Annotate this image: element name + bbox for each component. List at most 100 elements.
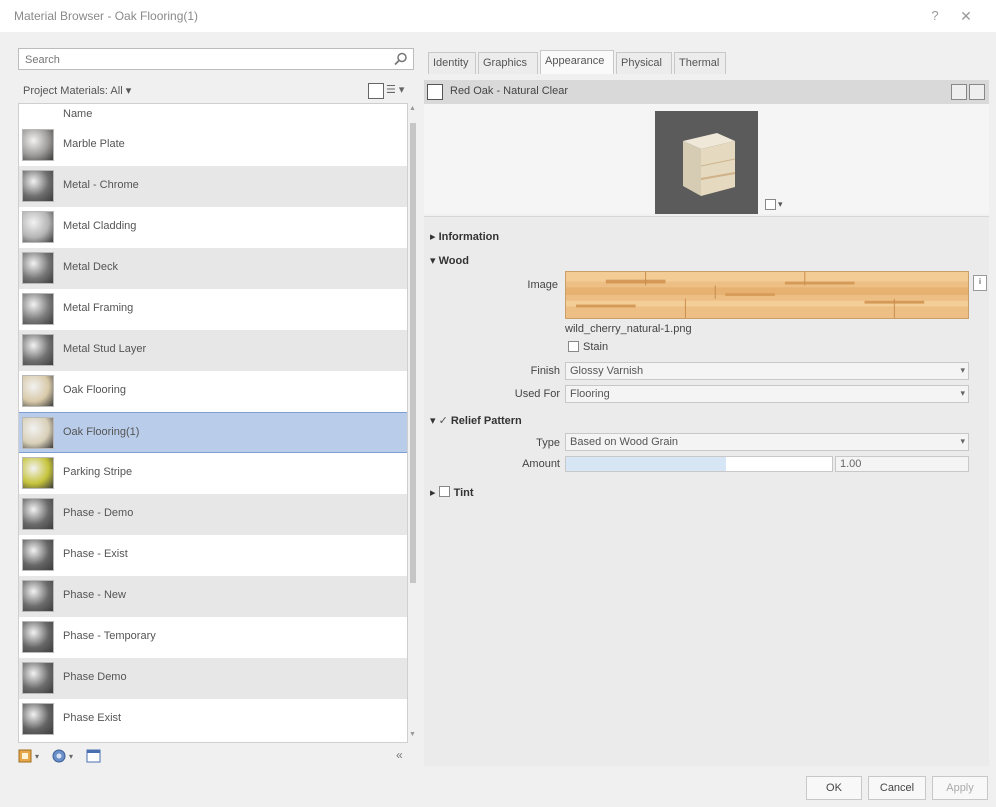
material-name: Phase - Temporary [63,630,156,642]
list-item[interactable]: Phase Demo [19,658,407,699]
list-item[interactable]: Metal Stud Layer [19,330,407,371]
image-label: Image [527,279,558,291]
finish-value: Glossy Varnish [570,365,644,377]
duplicate-asset-icon[interactable] [951,84,967,100]
tab-appearance[interactable]: Appearance [540,50,614,74]
relief-enabled-check-icon[interactable]: ✓ [439,415,451,427]
help-icon[interactable]: ? [925,6,945,26]
material-thumbnail [22,170,54,202]
list-item[interactable]: Metal - Chrome [19,166,407,207]
tab-graphics[interactable]: Graphics [478,52,538,74]
material-name: Oak Flooring [63,384,126,396]
scrollbar-thumb[interactable] [410,123,416,583]
view-options-icon[interactable]: ☰ ▾ [386,82,412,98]
show-hide-library-icon[interactable] [368,83,384,99]
material-name: Phase - Exist [63,548,128,560]
ok-button[interactable]: OK [806,776,862,800]
asset-browser-icon[interactable] [86,748,102,764]
material-thumbnail [22,498,54,530]
chevron-down-icon: ▾ [960,365,965,375]
svg-text:▾: ▾ [69,752,73,761]
column-header-name[interactable]: Name [63,108,92,120]
list-item[interactable]: Parking Stripe [19,453,407,494]
replace-asset-icon[interactable] [427,84,443,100]
list-item[interactable]: Metal Framing [19,289,407,330]
list-item[interactable]: Phase - Exist [19,535,407,576]
list-item[interactable]: Metal Cladding [19,207,407,248]
material-library-icon[interactable]: ▾ [18,748,46,764]
preview-options-dropdown[interactable]: ▾ [765,199,787,211]
section-relief-pattern[interactable]: ▾ ✓ Relief Pattern [430,414,522,427]
material-thumbnail [22,539,54,571]
list-item[interactable]: Phase - New [19,576,407,617]
section-wood[interactable]: ▾ Wood [430,254,469,267]
image-options-icon[interactable]: i [973,275,987,291]
title-bar: Material Browser - Oak Flooring(1) ? ✕ [0,0,996,32]
collapse-arrow-icon: ▾ [430,255,439,267]
window-title: Material Browser - Oak Flooring(1) [14,9,199,23]
list-item[interactable]: Oak Flooring(1) [19,412,407,453]
list-item[interactable]: Phase Exist [19,699,407,740]
filter-label: Project Materials: All [23,85,123,97]
scroll-up-icon[interactable]: ▲ [409,105,417,113]
image-filename[interactable]: wild_cherry_natural-1.png [565,323,692,335]
stain-checkbox[interactable] [568,341,579,352]
search-box[interactable] [18,48,414,70]
list-header[interactable]: Name [19,104,407,124]
tab-identity[interactable]: Identity [428,52,476,74]
tint-checkbox[interactable] [438,486,450,497]
material-thumbnail [22,129,54,161]
material-thumbnail [22,662,54,694]
chevron-down-icon: ▾ [125,85,132,97]
material-name: Phase - New [63,589,126,601]
cancel-button[interactable]: Cancel [868,776,926,800]
stain-label: Stain [583,341,609,353]
list-item[interactable]: Phase - Temporary [19,617,407,658]
used-for-value: Flooring [570,388,610,400]
preview-area: ▾ [424,104,989,214]
type-label: Type [536,437,560,449]
asset-header: Red Oak - Natural Clear [424,80,989,104]
svg-text:▾: ▾ [35,752,39,761]
wood-texture-image[interactable] [565,271,969,319]
material-name: Oak Flooring(1) [63,426,140,438]
section-information[interactable]: ▸ Information [430,230,499,243]
used-for-label: Used For [514,388,560,400]
asset-browser-icon[interactable] [969,84,985,100]
amount-label: Amount [522,458,560,470]
material-thumbnail [22,457,54,489]
amount-slider[interactable] [565,456,833,472]
material-name: Metal Deck [63,261,119,273]
create-material-icon[interactable]: ▾ [52,748,80,764]
tab-thermal[interactable]: Thermal [674,52,726,74]
relief-type-dropdown[interactable]: Based on Wood Grain ▾ [565,433,969,451]
material-name: Metal Framing [63,302,134,314]
material-list: Name Marble Plate Metal - Chrome Metal Cla… [18,103,408,743]
used-for-dropdown[interactable]: Flooring ▾ [565,385,969,403]
material-name: Marble Plate [63,138,125,150]
list-item[interactable]: Marble Plate [19,125,407,166]
close-icon[interactable]: ✕ [954,6,978,26]
material-preview-image [655,111,758,214]
section-tint[interactable]: ▸ Tint [430,485,474,499]
preview-shape-icon [765,199,776,210]
material-name: Metal Stud Layer [63,343,147,355]
material-thumbnail [22,703,54,735]
collapse-arrow-icon: ▾ [430,415,439,427]
amount-value-field[interactable]: 1.00 [835,456,969,472]
finish-dropdown[interactable]: Glossy Varnish ▾ [565,362,969,380]
apply-button[interactable]: Apply [932,776,988,800]
list-item[interactable]: Metal Deck [19,248,407,289]
project-materials-filter[interactable]: Project Materials: All ▾ [18,81,136,103]
list-scrollbar[interactable]: ▲ ▼ [408,103,418,743]
finish-label: Finish [530,365,560,377]
collapse-panel-icon[interactable]: « [396,748,410,764]
list-item[interactable]: Phase - Demo [19,494,407,535]
search-input[interactable] [23,51,387,69]
search-icon[interactable] [393,51,409,67]
filter-row: Project Materials: All ▾ ☰ ▾ [18,80,414,102]
list-item[interactable]: Oak Flooring [19,371,407,412]
material-thumbnail [22,580,54,612]
scroll-down-icon[interactable]: ▼ [409,731,417,739]
tab-physical[interactable]: Physical [616,52,672,74]
